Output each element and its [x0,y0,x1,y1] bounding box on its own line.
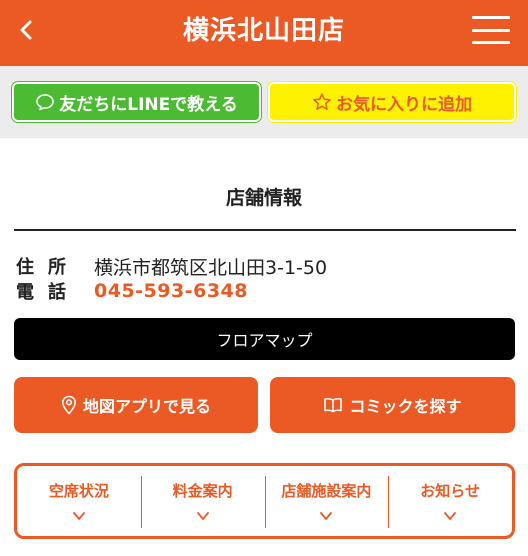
menu-button[interactable] [472,16,510,44]
comic-search-button[interactable]: コミックを探す [270,377,515,433]
tab-label: 店舗施設案内 [281,482,372,500]
add-favorite-label: お気に入りに追加 [336,94,472,115]
tab-seat-status[interactable]: 空席状況 [17,466,141,536]
share-line-label: 友だちにLINEで教える [59,94,238,115]
store-tab-nav: 空席状況 料金案内 店舗施設案内 お知らせ [14,463,515,539]
map-pin-icon [61,395,76,415]
open-book-icon [324,397,343,413]
phone-link[interactable]: 045-593-6348 [94,280,248,302]
star-icon [313,93,331,110]
address-row: 住所 横浜市都筑区北山田3-1-50 [16,253,327,279]
section-divider [14,229,516,231]
phone-label: 電話 [16,282,80,303]
tab-news[interactable]: お知らせ [388,466,512,536]
map-app-button[interactable]: 地図アプリで見る [14,377,258,433]
chevron-down-icon [320,512,333,520]
add-favorite-button[interactable]: お気に入りに追加 [268,82,516,122]
chevron-down-icon [444,512,457,520]
comic-search-label: コミックを探す [349,397,462,416]
address-value: 横浜市都筑区北山田3-1-50 [94,256,328,279]
chevron-down-icon [196,512,209,520]
section-title: 店舗情報 [225,187,302,209]
tab-label: 料金案内 [172,482,233,500]
chevron-down-icon [72,512,85,520]
hamburger-menu-icon [472,16,510,19]
tab-pricing[interactable]: 料金案内 [140,466,265,536]
tab-facilities[interactable]: 店舗施設案内 [264,466,389,536]
share-line-button[interactable]: 友だちにLINEで教える [12,82,261,122]
tab-label: 空席状況 [48,482,109,500]
action-bar: 友だちにLINEで教える お気に入りに追加 [0,66,528,138]
phone-row: 電話 045-593-6348 [16,278,248,304]
page-title: 横浜北山田店 [182,16,345,46]
map-app-label: 地図アプリで見る [82,397,211,416]
floor-map-label: フロアマップ [216,331,313,350]
address-label: 住所 [16,257,80,278]
app-header: 横浜北山田店 [0,0,528,66]
floor-map-button[interactable]: フロアマップ [14,318,515,360]
tab-label: お知らせ [420,482,480,500]
speech-bubble-icon [36,94,55,111]
